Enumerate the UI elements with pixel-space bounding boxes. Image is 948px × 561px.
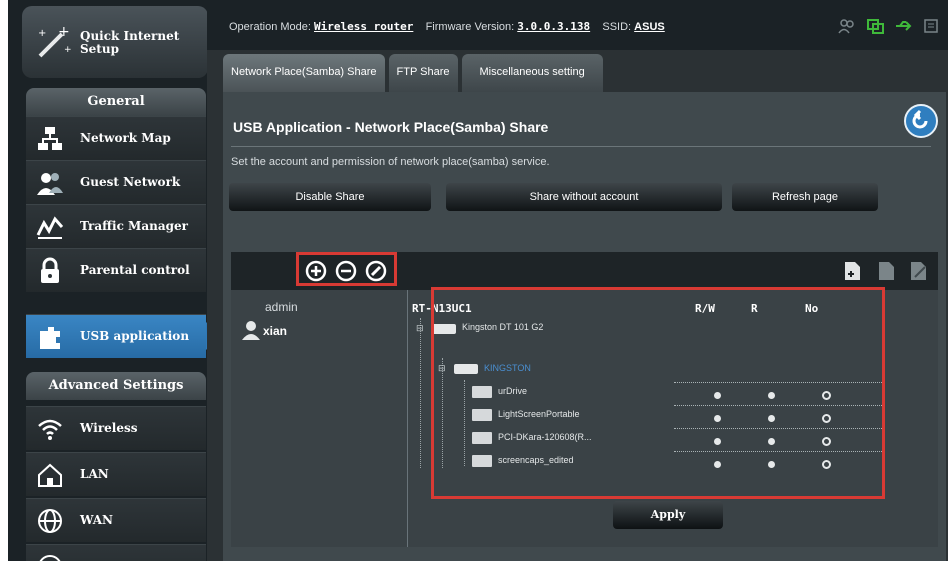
firmware-link[interactable]: 3.0.0.3.138 xyxy=(517,20,590,33)
tab-ftp-share[interactable]: FTP Share xyxy=(388,54,458,92)
tab-misc-setting[interactable]: Miscellaneous setting xyxy=(461,54,603,92)
collapse-toggle-icon[interactable]: ⊟ xyxy=(416,323,424,334)
share-permission-table: admin xian RT-N13UC1 R/W R No ⊟ Kingston… xyxy=(231,252,938,547)
op-mode-label: Operation Mode: xyxy=(229,21,311,33)
svg-text:+: + xyxy=(58,24,70,40)
sidebar-item-more[interactable] xyxy=(26,544,206,561)
general-section-header: General xyxy=(26,88,206,116)
account-list: admin xian xyxy=(231,290,408,547)
wan-icon xyxy=(38,509,62,533)
page-title: USB Application - Network Place(Samba) S… xyxy=(233,119,549,135)
advanced-section-header: Advanced Settings xyxy=(26,372,206,400)
account-row[interactable]: xian xyxy=(241,320,391,342)
internet-status-icon[interactable] xyxy=(866,18,884,34)
add-folder-icon[interactable] xyxy=(843,260,863,282)
sidebar-item-label: Traffic Manager xyxy=(80,219,188,233)
share-without-account-button[interactable]: Share without account xyxy=(446,183,722,211)
sidebar-item-wan[interactable]: WAN xyxy=(26,498,206,542)
highlight-permission-area xyxy=(431,287,885,499)
sidebar-item-label: WAN xyxy=(80,513,113,527)
sidebar-item-lan[interactable]: LAN xyxy=(26,452,206,496)
usb-status-icon[interactable] xyxy=(894,18,912,34)
clients-icon[interactable] xyxy=(838,18,856,34)
firmware-label: Firmware Version: xyxy=(425,21,515,33)
edit-folder-icon[interactable] xyxy=(909,260,929,282)
content-panel: USB Application - Network Place(Samba) S… xyxy=(223,92,946,561)
delete-folder-icon[interactable] xyxy=(877,260,897,282)
sidebar-item-label: Parental control xyxy=(80,263,190,277)
highlight-account-tools xyxy=(296,252,397,286)
sidebar-item-traffic-manager[interactable]: Traffic Manager xyxy=(26,204,206,248)
op-mode-link[interactable]: Wireless router xyxy=(314,20,413,33)
tree-line xyxy=(420,318,421,468)
sidebar-item-label: Network Map xyxy=(80,131,171,145)
magic-wand-icon: + + + xyxy=(38,24,72,58)
account-name: xian xyxy=(263,324,288,338)
network-map-icon xyxy=(38,127,62,150)
sidebar-item-label: Wireless xyxy=(80,421,138,435)
top-status-bar: Operation Mode: Wireless router Firmware… xyxy=(207,0,948,50)
sidebar: + + + Quick Internet Setup General Netwo… xyxy=(8,0,220,561)
sidebar-item-usb-application[interactable]: USB application xyxy=(26,314,206,358)
ssid-label: SSID: xyxy=(602,21,632,33)
back-button[interactable] xyxy=(904,104,938,138)
sidebar-item-parental-control[interactable]: Parental control xyxy=(26,248,206,292)
quick-setup-label: Quick Internet Setup xyxy=(80,29,180,56)
quick-internet-setup-button[interactable]: + + + Quick Internet Setup xyxy=(22,6,208,78)
page-description: Set the account and permission of networ… xyxy=(231,156,550,168)
status-icons xyxy=(838,18,940,34)
tab-samba-share[interactable]: Network Place(Samba) Share xyxy=(223,54,385,92)
tab-bar: Network Place(Samba) Share FTP Share Mis… xyxy=(223,50,603,92)
back-arrow-icon xyxy=(912,109,928,129)
lan-icon xyxy=(38,463,62,487)
usb-application-icon xyxy=(40,327,60,349)
apply-button[interactable]: Apply xyxy=(613,501,723,529)
sidebar-item-network-map[interactable]: Network Map xyxy=(26,116,206,160)
sidebar-item-label: Guest Network xyxy=(80,175,181,189)
sidebar-item-label: LAN xyxy=(80,467,109,481)
svg-text:+: + xyxy=(64,45,72,55)
ssid-link[interactable]: ASUS xyxy=(634,21,665,33)
printer-status-icon[interactable] xyxy=(922,18,940,34)
guest-network-icon xyxy=(37,173,63,195)
sidebar-item-wireless[interactable]: Wireless xyxy=(26,406,206,450)
table-toolbar xyxy=(231,252,938,290)
globe-partial-icon xyxy=(39,555,61,561)
disable-share-button[interactable]: Disable Share xyxy=(229,183,431,211)
traffic-manager-icon xyxy=(36,216,64,239)
router-info: Operation Mode: Wireless router Firmware… xyxy=(229,20,665,33)
svg-text:+: + xyxy=(38,28,46,39)
user-icon xyxy=(242,321,260,340)
sidebar-item-label: USB application xyxy=(80,329,190,343)
refresh-page-button[interactable]: Refresh page xyxy=(732,183,878,211)
wireless-icon xyxy=(38,419,62,440)
parental-control-icon xyxy=(41,257,59,283)
main-content: Operation Mode: Wireless router Firmware… xyxy=(207,0,948,561)
account-header: admin xyxy=(265,300,298,314)
divider xyxy=(231,146,931,147)
sidebar-item-guest-network[interactable]: Guest Network xyxy=(26,160,206,204)
